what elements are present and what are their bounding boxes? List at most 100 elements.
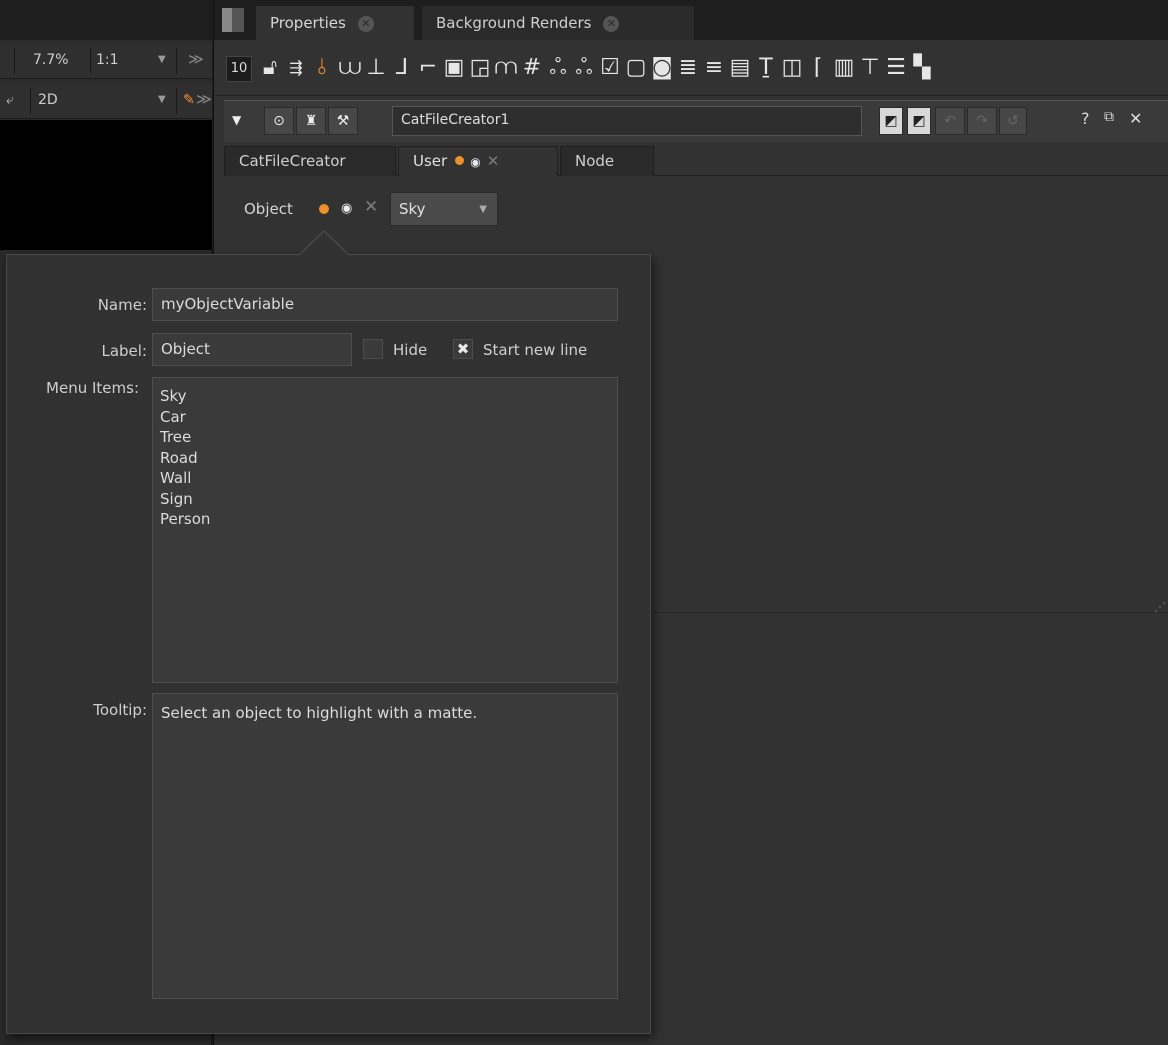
bbox-knob-icon[interactable]: ▣ — [442, 54, 466, 82]
pixel-ratio[interactable]: 1:1 — [96, 52, 119, 68]
edit-dot-icon[interactable] — [455, 156, 465, 165]
viewer-tab-bar — [0, 0, 212, 40]
color-alpha-icon[interactable]: ஃ — [572, 54, 596, 82]
undo-icon[interactable]: ↶ — [935, 107, 965, 135]
max-panels-field[interactable]: 10 — [226, 56, 252, 82]
pane-grip-icon[interactable] — [222, 8, 244, 32]
menu-item: Tree — [160, 428, 192, 446]
node-header-bar: ▼ ⊙ ♜ ⚒ CatFileCreator1 ◩ ◩ ↶ ↷ ↺ ? ⧉ ✕ — [224, 100, 1168, 142]
text-knob-icon[interactable]: Ṯ — [754, 54, 778, 82]
divider-label-icon[interactable]: ⊤ — [858, 54, 882, 82]
tab-node[interactable]: Node — [560, 146, 654, 176]
divider-icon[interactable]: ☰ — [884, 54, 908, 82]
pulldown-icon[interactable]: ≡ — [702, 54, 726, 82]
eye-icon[interactable]: ◉ — [470, 155, 480, 169]
tab-label: Background Renders — [436, 14, 592, 32]
separator — [176, 48, 177, 74]
menu-items-label: Menu Items: — [46, 379, 139, 397]
eye-icon[interactable]: ◉ — [341, 201, 352, 216]
separator — [30, 88, 31, 114]
checkbox-knob-icon[interactable]: ☑ — [598, 54, 622, 82]
lock-icon[interactable]: 🔓︎ — [258, 54, 282, 82]
chevron-down-icon[interactable]: ▼ — [158, 54, 166, 65]
menu-item: Person — [160, 510, 211, 528]
viewer-center-icon[interactable]: ⊙ — [264, 107, 294, 135]
node-input-icon[interactable]: ♜ — [296, 107, 326, 135]
tooltip-label: Tooltip: — [93, 701, 147, 719]
file-knob-icon[interactable]: ◫ — [780, 54, 804, 82]
viewer-canvas[interactable] — [0, 120, 212, 250]
tab-label: CatFileCreator — [239, 152, 346, 170]
clear-icon[interactable]: ⇶ — [284, 54, 308, 82]
help-icon[interactable]: ? — [1081, 109, 1090, 128]
start-new-line-checkbox[interactable]: ✖ — [453, 339, 473, 359]
close-icon[interactable]: ✕ — [1129, 109, 1142, 128]
node-name-field[interactable]: CatFileCreator1 — [392, 106, 862, 136]
hash-icon[interactable]: # — [520, 54, 544, 82]
view-mode-select[interactable]: 2D — [38, 92, 58, 108]
node-gl-color-icon[interactable]: ◩ — [907, 107, 931, 135]
python-button-icon[interactable]: ◙ — [650, 54, 674, 82]
menu-knob-icon[interactable]: ≣ — [676, 54, 700, 82]
int-knob-icon[interactable]: ⩊ — [338, 54, 362, 82]
separator — [176, 88, 177, 114]
name-field[interactable]: myObjectVariable — [152, 288, 618, 321]
xy-knob-icon[interactable]: ⊥ — [364, 54, 388, 82]
remove-icon[interactable]: ✕ — [364, 197, 378, 217]
menu-items-textarea[interactable]: Sky Car Tree Road Wall Sign Person — [152, 377, 618, 683]
menu-item: Road — [160, 448, 198, 467]
chevron-down-icon[interactable]: ▼ — [158, 94, 166, 105]
tooltip-textarea[interactable]: Select an object to highlight with a mat… — [152, 693, 618, 999]
color-icon[interactable]: ஃ — [546, 54, 570, 82]
text-input-icon[interactable]: ▤ — [728, 54, 752, 82]
hide-checkbox[interactable] — [363, 339, 383, 359]
double-chevron-icon[interactable]: ≫ — [196, 90, 212, 108]
viewer-toolbar-row1: 7.7% 1:1 ▼ ≫ — [0, 43, 212, 79]
object-knob-row: Object ◉ ✕ Sky ▼ — [236, 192, 536, 228]
tab-background-renders[interactable]: Background Renders ✕ — [422, 6, 694, 40]
tab-knob-icon[interactable]: ⌈ — [806, 54, 830, 82]
revert-icon[interactable]: ↺ — [999, 107, 1027, 135]
object-knob-label: Object — [244, 200, 293, 218]
edit-dot-icon[interactable] — [319, 204, 329, 214]
menu-item: Wall — [160, 469, 192, 487]
wrench-icon[interactable]: ⚒ — [328, 107, 358, 135]
tab-properties[interactable]: Properties ✕ — [256, 6, 414, 40]
close-icon[interactable]: ✕ — [603, 16, 620, 32]
knob-edit-popup: Name: myObjectVariable Label: Object Hid… — [6, 254, 651, 1034]
start-new-line-label: Start new line — [483, 341, 588, 359]
link-knob-icon[interactable]: ▚ — [910, 54, 934, 82]
viewer-toolbar-row2: ⤶ 2D ▼ ✎ ≫ — [0, 83, 212, 119]
label-field[interactable]: Object — [152, 333, 352, 366]
pane-tab-bar: Properties ✕ Background Renders ✕ — [214, 0, 1168, 40]
tab-label: Properties — [270, 14, 346, 32]
tab-label: User — [413, 152, 448, 170]
uv-knob-icon[interactable]: ⩋ — [494, 54, 518, 82]
node-color-icon[interactable]: ◩ — [879, 107, 903, 135]
menu-item: Sky — [160, 387, 187, 405]
object-dropdown[interactable]: Sky ▼ — [390, 192, 498, 226]
divider — [654, 612, 1168, 613]
float-window-icon[interactable]: ⧉ — [1104, 109, 1114, 125]
separator — [90, 48, 91, 74]
label-label: Label: — [101, 342, 147, 360]
object-dropdown-value: Sky — [399, 200, 426, 218]
remove-icon[interactable]: ✕ — [487, 152, 500, 170]
pin-icon[interactable]: ✎ — [183, 92, 195, 108]
tab-user[interactable]: User ◉ ✕ — [398, 146, 558, 176]
wh-knob-icon[interactable]: ⌐ — [416, 54, 440, 82]
size-knob-icon[interactable]: ◲ — [468, 54, 492, 82]
resize-grip-icon[interactable]: ⋰ — [1154, 600, 1166, 614]
button-knob-icon[interactable]: ▢ — [624, 54, 648, 82]
pin-icon[interactable]: ⫰ — [310, 54, 334, 82]
double-chevron-icon[interactable]: ≫ — [188, 50, 204, 68]
close-icon[interactable]: ✕ — [357, 16, 374, 32]
knob-tab-bar: CatFileCreator User ◉ ✕ Node — [224, 146, 1168, 176]
redo-icon[interactable]: ↷ — [967, 107, 997, 135]
zoom-readout[interactable]: 7.7% — [33, 52, 69, 68]
xyz-knob-icon[interactable]: ⅃ — [390, 54, 414, 82]
view-axis-icon[interactable]: ⤶ — [6, 92, 14, 108]
group-knob-icon[interactable]: ▥ — [832, 54, 856, 82]
tab-catfilecreator[interactable]: CatFileCreator — [224, 146, 396, 176]
hide-checkbox-label: Hide — [393, 341, 428, 359]
